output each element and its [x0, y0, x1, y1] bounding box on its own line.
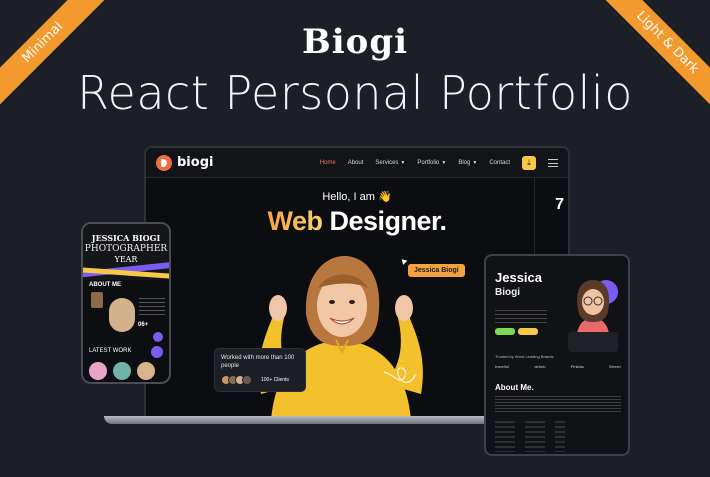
brand-logo: Brimer [609, 364, 621, 369]
phone-subtitle: PHOTOGRAPHER [84, 244, 168, 254]
brand-title: Biogi [301, 22, 409, 62]
thumbnail[interactable] [113, 362, 131, 380]
nav-contact[interactable]: Contact [489, 160, 510, 166]
tablet-trusted-label: Trusted by Word Leading Brands [495, 354, 554, 359]
thumbnail[interactable] [137, 362, 155, 380]
tablet-screen: Jessica Biogi Trusted by Word Leading Br… [484, 254, 630, 456]
nav-links: Home About Services ▼ Portfolio ▼ Blog ▼ Co… [320, 155, 558, 170]
nav-home[interactable]: Home [320, 160, 336, 166]
phone-title: JESSICA BIOGI [91, 233, 161, 243]
hero-role-rest: Designer. [322, 206, 447, 236]
hero-greeting: Hello, I am 👋 [322, 191, 392, 203]
tablet-intro-text [495, 310, 547, 324]
tablet-info-mask [495, 418, 565, 452]
clients-title: Worked with more than 100 people [221, 355, 295, 369]
phone-portrait [109, 298, 135, 332]
nav-portfolio[interactable]: Portfolio ▼ [417, 160, 446, 166]
phone-text-lines [139, 298, 165, 318]
thumbnail[interactable] [89, 362, 107, 380]
clients-row: 100+ Clients [221, 375, 299, 385]
download-icon[interactable]: ⤓ [522, 155, 536, 170]
chevron-down-icon: ▼ [441, 159, 447, 166]
brand-logo: travelful [495, 364, 510, 369]
tablet-client-card [568, 332, 618, 352]
phone-thumbnails [89, 362, 155, 380]
phone-about-heading: ABOUT ME [89, 282, 121, 288]
logo-icon[interactable] [156, 154, 172, 171]
chevron-down-icon: ▼ [472, 159, 478, 166]
tablet-brand-logos: travelful airbnb Pinkfas Brimer [495, 364, 621, 369]
tablet-about-heading: About Me. [495, 383, 534, 392]
tablet-name-first: Jessica [495, 270, 542, 285]
menu-icon[interactable] [548, 158, 558, 167]
nav-services[interactable]: Services ▼ [375, 160, 405, 166]
logo-text[interactable]: biogi [177, 155, 213, 170]
clients-count: 100+ Clients [261, 377, 289, 383]
brand-logo: Pinkfas [570, 364, 584, 369]
nav-about[interactable]: About [348, 160, 364, 166]
clients-card: Worked with more than 100 people 100+ Cl… [214, 348, 306, 392]
top-nav: biogi Home About Services ▼ Portfolio ▼ Bl… [146, 148, 568, 178]
headline: React Personal Portfolio [77, 66, 633, 120]
phone-latest-work: LATEST WORK [89, 348, 132, 354]
chevron-down-icon: ▼ [400, 159, 406, 166]
tablet-yellow-button[interactable] [518, 328, 538, 335]
phone-about-image [91, 292, 103, 308]
phone-screen: JESSICA BIOGI PHOTOGRAPHER YEAR ABOUT ME… [81, 222, 171, 384]
phone-arrow-button[interactable] [151, 346, 163, 358]
swirl-decoration-icon [383, 367, 417, 383]
hero-role: Web Designer. [146, 206, 568, 237]
tablet-about-text [495, 396, 621, 414]
phone-stat: 06+ [138, 322, 149, 328]
tablet-name-last: Biogi [495, 287, 520, 298]
avatar [242, 375, 252, 385]
name-tag: Jessica Biogi [408, 264, 465, 277]
hero-role-accent: Web [267, 206, 323, 236]
phone-dot [153, 332, 163, 342]
brand-logo: airbnb [534, 364, 546, 369]
tablet-green-button[interactable] [495, 328, 515, 335]
nav-blog[interactable]: Blog ▼ [458, 160, 477, 166]
